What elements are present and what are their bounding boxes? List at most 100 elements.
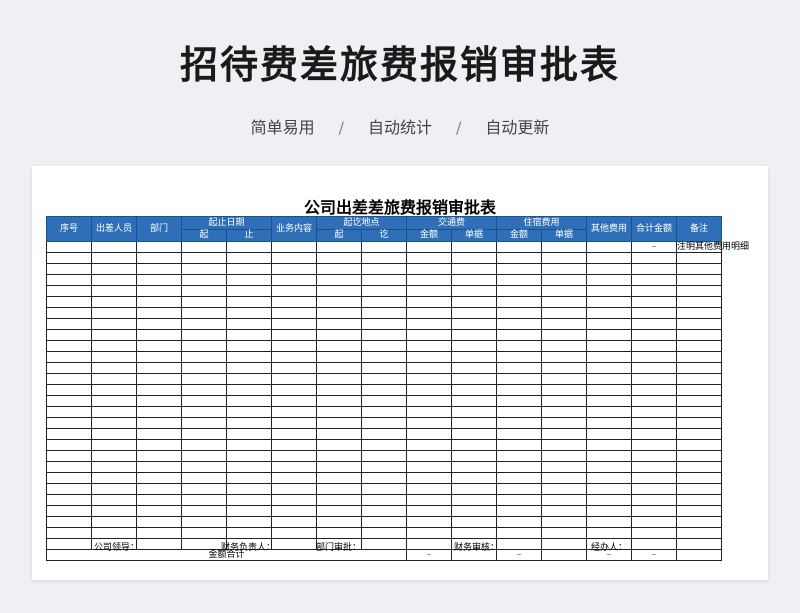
cell[interactable] xyxy=(226,373,272,385)
cell[interactable] xyxy=(676,406,722,418)
cell[interactable] xyxy=(586,285,632,297)
cell[interactable] xyxy=(541,351,587,363)
cell[interactable] xyxy=(226,450,272,462)
cell[interactable] xyxy=(586,494,632,506)
cell[interactable] xyxy=(181,395,227,407)
cell[interactable] xyxy=(271,483,317,495)
cell[interactable] xyxy=(46,373,92,385)
cell[interactable] xyxy=(136,417,182,429)
cell[interactable] xyxy=(136,384,182,396)
cell[interactable] xyxy=(271,516,317,528)
cell[interactable] xyxy=(226,417,272,429)
cell[interactable] xyxy=(541,494,587,506)
cell[interactable] xyxy=(181,384,227,396)
cell[interactable] xyxy=(226,351,272,363)
cell[interactable] xyxy=(316,241,362,253)
cell[interactable] xyxy=(271,505,317,517)
cell[interactable] xyxy=(271,329,317,341)
cell[interactable] xyxy=(271,417,317,429)
cell[interactable] xyxy=(316,285,362,297)
cell[interactable] xyxy=(136,472,182,484)
cell[interactable] xyxy=(541,241,587,253)
cell[interactable] xyxy=(271,340,317,352)
cell[interactable] xyxy=(496,362,542,374)
cell[interactable] xyxy=(631,340,677,352)
cell[interactable] xyxy=(136,340,182,352)
cell[interactable] xyxy=(451,395,497,407)
cell[interactable] xyxy=(496,329,542,341)
cell[interactable] xyxy=(541,307,587,319)
cell[interactable] xyxy=(586,450,632,462)
cell[interactable] xyxy=(451,406,497,418)
cell[interactable] xyxy=(496,505,542,517)
cell[interactable] xyxy=(586,472,632,484)
cell[interactable] xyxy=(46,340,92,352)
cell[interactable] xyxy=(496,516,542,528)
cell[interactable] xyxy=(676,274,722,286)
cell[interactable] xyxy=(316,329,362,341)
cell[interactable] xyxy=(271,406,317,418)
cell[interactable] xyxy=(631,494,677,506)
cell[interactable] xyxy=(541,274,587,286)
cell[interactable] xyxy=(451,494,497,506)
cell[interactable] xyxy=(136,362,182,374)
cell[interactable] xyxy=(91,351,137,363)
cell[interactable] xyxy=(541,296,587,308)
cell[interactable] xyxy=(406,340,452,352)
cell[interactable] xyxy=(271,285,317,297)
cell[interactable] xyxy=(451,472,497,484)
cell[interactable] xyxy=(181,241,227,253)
cell[interactable] xyxy=(91,263,137,275)
cell[interactable] xyxy=(46,417,92,429)
cell[interactable] xyxy=(451,263,497,275)
cell[interactable] xyxy=(361,307,407,319)
cell[interactable] xyxy=(496,263,542,275)
cell[interactable] xyxy=(226,296,272,308)
cell[interactable] xyxy=(451,439,497,451)
cell[interactable] xyxy=(631,483,677,495)
cell[interactable] xyxy=(361,428,407,440)
cell[interactable] xyxy=(271,241,317,253)
cell[interactable] xyxy=(271,428,317,440)
cell[interactable] xyxy=(226,340,272,352)
cell[interactable] xyxy=(136,263,182,275)
cell[interactable] xyxy=(91,274,137,286)
cell[interactable] xyxy=(316,274,362,286)
cell[interactable] xyxy=(226,241,272,253)
cell[interactable] xyxy=(496,285,542,297)
cell[interactable] xyxy=(136,461,182,473)
cell[interactable] xyxy=(91,450,137,462)
cell[interactable] xyxy=(676,329,722,341)
cell[interactable] xyxy=(316,252,362,264)
cell[interactable] xyxy=(91,384,137,396)
remark-cell[interactable]: 注明其他费用明细 xyxy=(676,241,749,253)
cell[interactable] xyxy=(541,263,587,275)
cell[interactable] xyxy=(631,351,677,363)
cell[interactable] xyxy=(451,329,497,341)
cell[interactable] xyxy=(181,505,227,517)
cell[interactable] xyxy=(496,483,542,495)
cell[interactable] xyxy=(676,395,722,407)
cell[interactable] xyxy=(91,373,137,385)
cell[interactable] xyxy=(316,450,362,462)
cell[interactable] xyxy=(271,373,317,385)
cell[interactable] xyxy=(496,461,542,473)
cell[interactable] xyxy=(631,516,677,528)
cell[interactable] xyxy=(271,395,317,407)
cell[interactable] xyxy=(631,395,677,407)
cell[interactable] xyxy=(631,296,677,308)
cell[interactable] xyxy=(136,395,182,407)
cell[interactable] xyxy=(586,362,632,374)
cell[interactable] xyxy=(496,274,542,286)
cell[interactable] xyxy=(136,527,182,539)
cell[interactable] xyxy=(226,406,272,418)
cell[interactable] xyxy=(226,516,272,528)
cell[interactable] xyxy=(316,373,362,385)
cell[interactable] xyxy=(136,373,182,385)
cell[interactable] xyxy=(226,274,272,286)
cell[interactable] xyxy=(361,527,407,539)
cell[interactable] xyxy=(91,439,137,451)
cell[interactable] xyxy=(586,428,632,440)
cell[interactable] xyxy=(91,395,137,407)
cell[interactable] xyxy=(361,263,407,275)
